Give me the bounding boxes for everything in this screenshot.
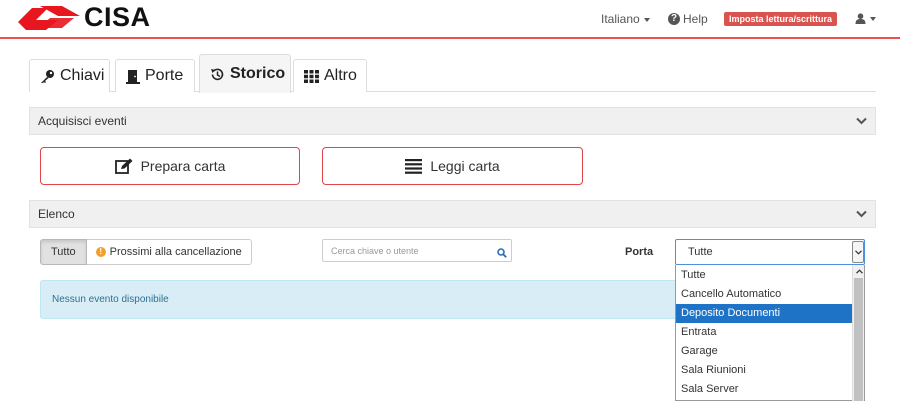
panel-title: Acquisisci eventi [38, 114, 127, 128]
scrollbar-thumb[interactable] [854, 278, 863, 401]
question-circle-icon: ? [668, 13, 680, 25]
tab-porte[interactable]: Porte [115, 59, 195, 92]
help-link[interactable]: ? Help [668, 12, 708, 26]
porta-option[interactable]: Tutte [676, 266, 852, 285]
warning-icon: ! [95, 247, 106, 257]
porta-option-highlighted[interactable]: Deposito Documenti [676, 304, 852, 323]
language-dropdown[interactable]: Italiano [601, 12, 650, 26]
chevron-down-icon [855, 108, 867, 134]
porta-option[interactable]: Sala Server [676, 380, 852, 399]
search-icon[interactable] [497, 245, 507, 263]
key-icon [40, 69, 55, 84]
tab-label: Porte [145, 67, 184, 84]
scroll-up-arrow-icon[interactable] [853, 266, 865, 277]
filter-button-group: Tutto ! Prossimi alla cancellazione [40, 239, 252, 265]
prepare-card-button[interactable]: Prepara carta [40, 147, 300, 185]
main-tabs: Chiavi Porte Storico Altro [29, 54, 876, 93]
read-write-badge[interactable]: Imposta lettura/scrittura [724, 12, 838, 26]
tab-label: Chiavi [60, 67, 105, 84]
user-menu[interactable] [855, 11, 876, 25]
caret-down-icon [870, 16, 876, 21]
search-input[interactable] [331, 243, 486, 259]
dropdown-scrollbar[interactable] [852, 265, 864, 401]
porta-selected-value: Tutte [688, 246, 713, 258]
porta-option[interactable]: Garage [676, 342, 852, 361]
caret-down-icon [643, 17, 650, 22]
read-card-label: Leggi carta [430, 158, 500, 174]
tab-storico[interactable]: Storico [199, 54, 291, 93]
cisa-logo-mark-icon [18, 6, 80, 30]
history-icon [210, 67, 225, 82]
chevron-down-icon [855, 201, 867, 227]
cisa-logo[interactable]: CISA [18, 1, 151, 32]
brand-name: CISA [84, 1, 151, 32]
tab-label: Storico [230, 65, 286, 82]
porta-option[interactable]: Sala Riunioni [676, 361, 852, 380]
top-navbar: CISA Italiano ? Help Imposta lettura/scr… [0, 0, 900, 39]
read-card-button[interactable]: Leggi carta [322, 147, 583, 185]
porta-select[interactable]: Tutte [675, 239, 865, 265]
tab-label: Altro [324, 67, 357, 84]
porta-option[interactable]: Entrata [676, 323, 852, 342]
help-label: Help [683, 12, 708, 26]
tab-altro[interactable]: Altro [293, 59, 367, 92]
search-box [322, 239, 512, 262]
filter-all-button[interactable]: Tutto [40, 239, 87, 265]
porta-dropdown-list: Tutte Cancello Automatico Deposito Docum… [675, 265, 865, 401]
empty-events-alert: Nessun evento disponibile [40, 280, 680, 319]
porta-label: Porta [625, 246, 654, 258]
chevron-down-icon[interactable] [852, 241, 864, 263]
door-icon [126, 69, 140, 84]
acquire-events-panel-header[interactable]: Acquisisci eventi [29, 107, 876, 135]
grid-icon [304, 69, 319, 83]
list-icon [405, 158, 423, 174]
user-icon [855, 13, 866, 25]
porta-option[interactable]: Cancello Automatico [676, 285, 852, 304]
filter-upcoming-deletion-button[interactable]: ! Prossimi alla cancellazione [86, 239, 252, 265]
list-panel-header[interactable]: Elenco [29, 200, 876, 228]
panel-title: Elenco [38, 207, 75, 221]
language-label: Italiano [601, 12, 640, 26]
filter-upcoming-label: Prossimi alla cancellazione [109, 246, 242, 258]
edit-icon [114, 158, 133, 175]
tab-chiavi[interactable]: Chiavi [29, 59, 110, 92]
prepare-card-label: Prepara carta [140, 158, 226, 174]
